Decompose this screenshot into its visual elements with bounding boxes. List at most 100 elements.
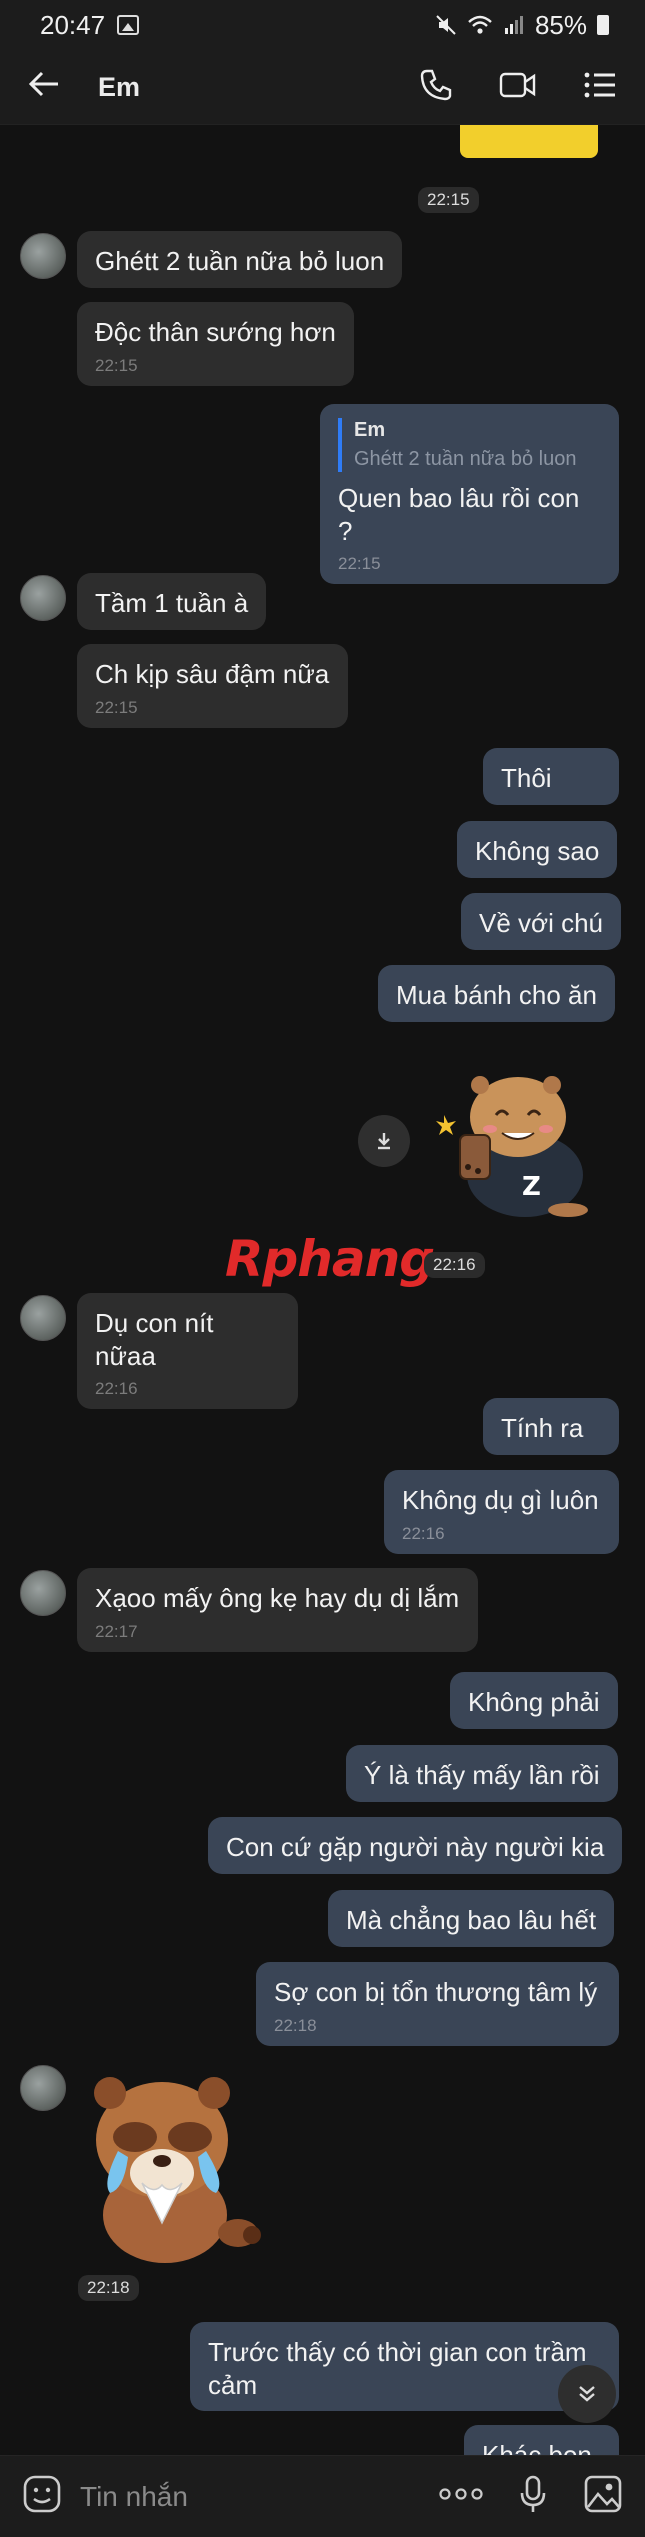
message-outgoing[interactable]: Khác bọn (464, 2425, 619, 2455)
message-text: Tính ra (501, 1413, 584, 1443)
list-icon (584, 72, 615, 97)
status-bar: 20:47 85% (0, 0, 645, 50)
message-time: 22:18 (274, 2015, 317, 2035)
message-text: Quen bao lâu rồi con ? (338, 483, 580, 546)
message-outgoing[interactable]: Con cứ gặp người này người kia (208, 1817, 623, 1874)
sticker-button[interactable] (22, 2474, 62, 2519)
message-text: Thôi (501, 763, 552, 793)
message-text: Sợ con bị tổn thương tâm lý (274, 1977, 598, 2007)
reply-quote[interactable]: Em Ghétt 2 tuần nữa bỏ luon (338, 418, 601, 472)
phone-icon (420, 69, 452, 100)
image-icon (584, 2475, 622, 2513)
message-input[interactable]: Tin nhắn (80, 2481, 439, 2513)
svg-text:Z: Z (522, 1172, 541, 1202)
message-time: 22:15 (338, 554, 381, 573)
raccoon-sticker-image (94, 2077, 261, 2263)
reply-quote-name: Em (354, 419, 386, 441)
message-text: Con cứ gặp người này người kia (226, 1832, 605, 1862)
message-outgoing-reply[interactable]: Em Ghétt 2 tuần nữa bỏ luon Quen bao lâu… (320, 404, 619, 585)
composer-tools (439, 2474, 623, 2519)
more-icon (439, 2488, 483, 2500)
sticker-time: 22:16 (424, 1252, 485, 1278)
reply-quote-text: Ghétt 2 tuần nữa bỏ luon (354, 448, 577, 470)
message-text: Trước thấy có thời gian con trầm cảm (208, 2337, 587, 2400)
message-outgoing[interactable]: Mà chẳng bao lâu hết (328, 1890, 615, 1947)
message-text: Ý là thấy mấy lần rồi (364, 1760, 600, 1790)
wifi-icon (468, 15, 492, 34)
message-composer: Tin nhắn (0, 2455, 645, 2537)
sticker-capybara[interactable]: Z (430, 1055, 600, 1225)
message-time: 22:17 (95, 1621, 138, 1641)
sticker-icon (23, 2475, 61, 2513)
header-actions (419, 68, 617, 107)
image-notification-icon (117, 15, 140, 35)
message-incoming[interactable]: Tầm 1 tuần à (77, 573, 267, 630)
sticker-crying-raccoon[interactable] (80, 2065, 270, 2265)
more-button[interactable] (439, 2487, 483, 2506)
back-arrow-icon (28, 71, 58, 96)
message-outgoing[interactable]: Sợ con bị tổn thương tâm lý 22:18 (256, 1962, 619, 2046)
message-outgoing[interactable]: Không dụ gì luôn 22:16 (384, 1470, 619, 1554)
chevron-down-icon (579, 2386, 595, 2402)
download-button[interactable] (358, 1115, 410, 1167)
video-call-button[interactable] (499, 70, 537, 105)
back-button[interactable] (28, 68, 78, 107)
message-text: Ch kịp sâu đậm nữa (95, 659, 330, 689)
sticker-time: 22:18 (78, 2275, 139, 2301)
message-incoming[interactable]: Độc thân sướng hơn 22:15 (77, 302, 354, 386)
message-outgoing[interactable]: Mua bánh cho ăn (378, 965, 615, 1022)
message-outgoing[interactable]: Về với chú (461, 893, 621, 950)
status-right: 85% (435, 10, 609, 41)
chat-header: Em (0, 50, 645, 125)
message-incoming[interactable]: Xạoo mấy ông kẹ hay dụ dị lắm 22:17 (77, 1568, 478, 1652)
video-icon (499, 72, 536, 97)
message-text: Về với chú (479, 908, 603, 938)
message-text: Tầm 1 tuần à (95, 588, 249, 618)
avatar[interactable] (20, 575, 66, 621)
message-outgoing[interactable]: Tính ra (483, 1398, 619, 1455)
avatar[interactable] (20, 1570, 66, 1616)
download-icon (378, 1133, 390, 1150)
message-outgoing[interactable]: Không phải (450, 1672, 618, 1729)
message-text: Độc thân sướng hơn (95, 317, 336, 347)
watermark-logo: Rphang (225, 1230, 435, 1288)
scroll-to-bottom-button[interactable] (558, 2365, 616, 2423)
message-text: Dụ con nít nữaa (95, 1308, 214, 1371)
message-time: 22:16 (402, 1523, 445, 1543)
message-text: Không sao (475, 836, 600, 866)
menu-button[interactable] (583, 71, 617, 104)
mic-icon (520, 2475, 546, 2512)
battery-icon (597, 15, 609, 35)
message-text: Không dụ gì luôn (402, 1485, 599, 1515)
call-button[interactable] (419, 68, 453, 107)
message-time: 22:16 (95, 1379, 138, 1398)
avatar[interactable] (20, 233, 66, 279)
voice-button[interactable] (519, 2474, 547, 2519)
message-outgoing[interactable]: Không sao (457, 821, 618, 878)
time-divider: 22:15 (418, 187, 479, 213)
avatar[interactable] (20, 1295, 66, 1341)
message-incoming[interactable]: Ghétt 2 tuần nữa bỏ luon (77, 231, 403, 288)
contact-name[interactable]: Em (98, 72, 140, 103)
battery-percent: 85% (534, 9, 587, 40)
message-text: Xạoo mấy ông kẹ hay dụ dị lắm (95, 1583, 460, 1613)
message-incoming[interactable]: Ch kịp sâu đậm nữa 22:15 (77, 644, 348, 728)
message-text: Mà chẳng bao lâu hết (346, 1905, 597, 1935)
message-outgoing[interactable]: Thôi (483, 748, 619, 805)
gallery-button[interactable] (583, 2474, 623, 2519)
message-incoming[interactable]: Dụ con nít nữaa 22:16 (77, 1293, 298, 1410)
partial-sticker[interactable] (460, 125, 598, 158)
mute-icon (436, 15, 456, 35)
avatar[interactable] (20, 2065, 66, 2111)
signal-icon (504, 16, 523, 34)
chat-area[interactable]: 22:15 Ghétt 2 tuần nữa bỏ luon Độc thân … (0, 125, 645, 2455)
message-text: Khác bọn (482, 2440, 592, 2455)
message-outgoing[interactable]: Trước thấy có thời gian con trầm cảm (190, 2322, 619, 2411)
message-text: Mua bánh cho ăn (396, 980, 597, 1010)
status-time: 20:47 (40, 9, 106, 40)
message-time: 22:15 (95, 355, 138, 375)
message-time: 22:15 (95, 697, 138, 717)
message-text: Không phải (468, 1687, 600, 1717)
message-text: Ghétt 2 tuần nữa bỏ luon (95, 246, 385, 276)
message-outgoing[interactable]: Ý là thấy mấy lần rồi (346, 1745, 618, 1802)
